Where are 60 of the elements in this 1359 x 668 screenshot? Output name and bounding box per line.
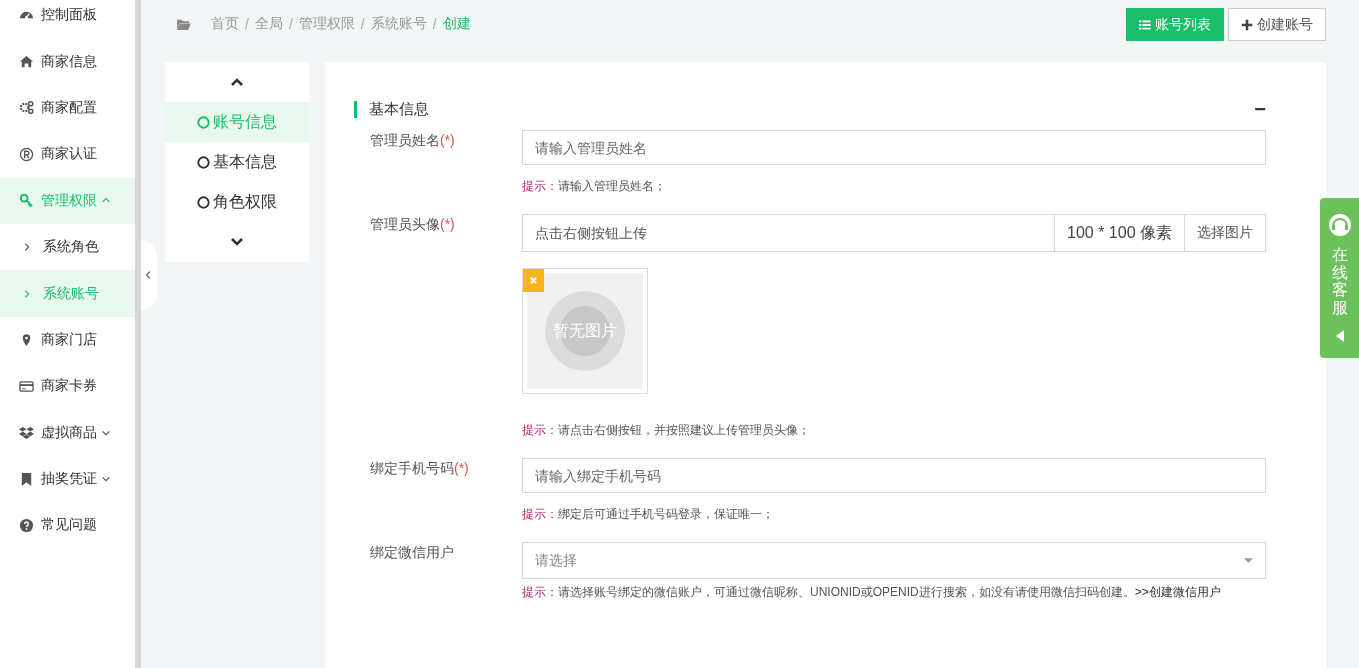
box-icon (19, 425, 34, 441)
collapse-toggle[interactable]: − (1254, 99, 1266, 119)
required-mark: (*) (440, 132, 455, 148)
plus-icon (1241, 18, 1253, 31)
accent-bar (354, 100, 357, 118)
text-field[interactable]: 请输入管理员姓名 (522, 130, 1266, 165)
chevron-up-icon (230, 77, 244, 87)
chevron-right-icon (22, 288, 32, 299)
hint-text: 提示：请输入管理员姓名； (522, 178, 667, 195)
field-label: 绑定手机号码 (370, 460, 454, 476)
sidebar-item[interactable]: 控制面板 (0, 0, 135, 39)
breadcrumb-separator: / (432, 16, 437, 32)
circle-icon (197, 115, 210, 129)
chevron-right-icon (22, 242, 32, 253)
submenu-item[interactable]: 系统角色 (0, 223, 135, 271)
breadcrumb-separator: / (288, 16, 293, 32)
circle-icon (197, 195, 210, 209)
home-icon (19, 54, 34, 70)
key-icon (19, 193, 34, 209)
sidebar-item[interactable]: 商家配置 (0, 84, 135, 132)
help-icon (19, 518, 34, 533)
sidebar-item[interactable]: 商家卡券 (0, 363, 135, 410)
headset-icon (1326, 212, 1353, 238)
hint-text: 提示：请选择账号绑定的微信账户，可通过微信昵称、UNIONID或OPENID进行搜索，如没有请使用微信扫码创建。>>创建微信用户 (522, 584, 1222, 601)
list-icon (1139, 18, 1151, 31)
text-field[interactable]: 请输入绑定手机号码 (522, 458, 1266, 493)
sidebar-item[interactable]: 抽奖凭证 (0, 455, 135, 503)
sidebar-item[interactable]: 商家认证 (0, 131, 135, 178)
create-wechat-user-link[interactable]: >>创建微信用户 (1134, 585, 1221, 599)
required-mark: (*) (454, 460, 469, 476)
registered-icon (19, 146, 34, 162)
breadcrumb-separator: / (245, 16, 249, 32)
circle-icon (197, 155, 210, 169)
field-label: 绑定微信用户 (370, 544, 454, 560)
dropdown-caret-icon (1244, 558, 1253, 563)
required-mark: (*) (440, 216, 455, 232)
field-label: 管理员姓名 (370, 132, 440, 148)
folder-icon (176, 17, 191, 31)
field-label: 管理员头像 (370, 216, 440, 232)
sidebar-item[interactable]: 商家门店 (0, 316, 135, 364)
sidebar-item[interactable]: 商家信息 (0, 38, 135, 85)
hint-text: 提示：请点击右侧按钮，并按照建议上传管理员头像； (522, 422, 811, 439)
select-field[interactable]: 请选择 (522, 542, 1266, 579)
breadcrumb-current: 创建 (442, 15, 471, 33)
step-item[interactable]: 角色权限 (165, 182, 309, 222)
remove-image-button[interactable] (523, 269, 544, 292)
breadcrumb-separator: / (360, 16, 365, 32)
create-button[interactable]: 创建账号 (1228, 8, 1326, 41)
upload-field[interactable]: 点击右侧按钮上传 100 * 100 像素 选择图片 (522, 214, 1266, 252)
step-item[interactable]: 基本信息 (165, 142, 309, 182)
section-title: 基本信息 (369, 99, 429, 119)
caret-left-icon (1335, 330, 1344, 343)
collapse-sidebar-button[interactable] (141, 240, 157, 310)
sidebar-item[interactable]: 虚拟商品 (0, 409, 135, 456)
sidebar-item[interactable]: 常见问题 (0, 502, 135, 549)
bookmark-icon (19, 471, 34, 487)
card-icon (19, 378, 34, 394)
close-icon (529, 276, 538, 285)
hint-text: 提示：绑定后可通过手机号码登录，保证唯一； (522, 506, 775, 523)
chevron-down-icon (230, 237, 244, 247)
